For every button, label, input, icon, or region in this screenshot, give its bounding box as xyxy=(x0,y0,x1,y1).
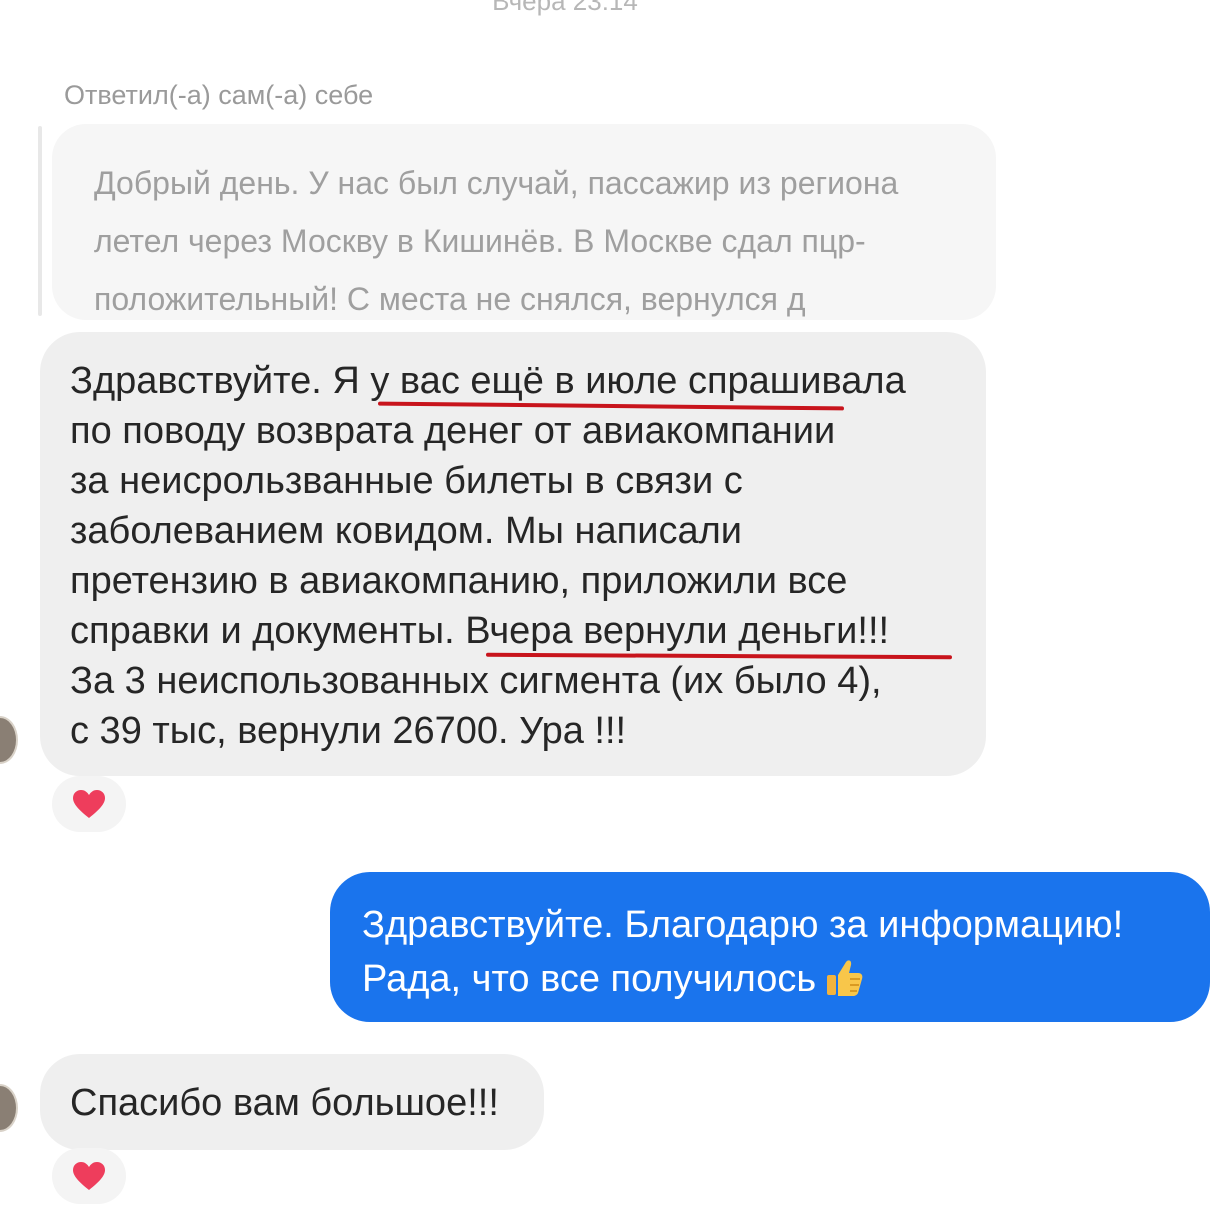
quoted-message-line: положительный! С места не снялся, вернул… xyxy=(94,281,806,317)
incoming-message-line: претензию в авиакомпанию, приложили все xyxy=(70,560,848,602)
reply-indicator-bar xyxy=(38,126,42,316)
reply-caption: Ответил(-а) сам(-а) себе xyxy=(64,80,374,110)
sender-avatar[interactable] xyxy=(0,716,18,764)
heart-icon xyxy=(73,1162,105,1190)
reply-message-bubble[interactable]: Спасибо вам большое!!! xyxy=(40,1054,544,1150)
outgoing-message-line: Рада, что все получилось xyxy=(362,958,817,1000)
quoted-message-bubble[interactable]: Добрый день. У нас был случай, пассажир … xyxy=(52,124,996,320)
incoming-message-line: Здравствуйте. Я у вас ещё в июле спрашив… xyxy=(70,360,906,402)
incoming-message-line: по поводу возврата денег от авиакомпании xyxy=(70,410,836,452)
heart-reaction[interactable] xyxy=(52,1148,126,1204)
thumbs-up-icon xyxy=(824,957,864,1014)
heart-reaction[interactable] xyxy=(52,776,126,832)
incoming-message-line: заболеванием ковидом. Мы написали xyxy=(70,510,742,552)
quoted-message-line: Добрый день. У нас был случай, пассажир … xyxy=(94,165,899,201)
incoming-message-line: за неисрользванные билеты в связи с xyxy=(70,460,743,502)
incoming-message-line: с 39 тыс, вернули 26700. Ура !!! xyxy=(70,710,627,752)
outgoing-message-bubble[interactable]: Здравствуйте. Благодарю за информацию! Р… xyxy=(330,872,1210,1022)
quoted-message-line: летел через Москву в Кишинёв. В Москве с… xyxy=(94,223,866,259)
incoming-message-line: За 3 неиспользованных сигмента (их было … xyxy=(70,660,882,702)
heart-icon xyxy=(73,790,105,818)
sender-avatar[interactable] xyxy=(0,1084,18,1132)
incoming-message-line: справки и документы. Вчера вернули деньг… xyxy=(70,610,890,652)
incoming-message-bubble[interactable]: Здравствуйте. Я у вас ещё в июле спрашив… xyxy=(40,332,986,776)
message-timestamp: Вчера 23:14 xyxy=(492,0,638,16)
outgoing-message-line: Здравствуйте. Благодарю за информацию! xyxy=(362,904,1124,946)
